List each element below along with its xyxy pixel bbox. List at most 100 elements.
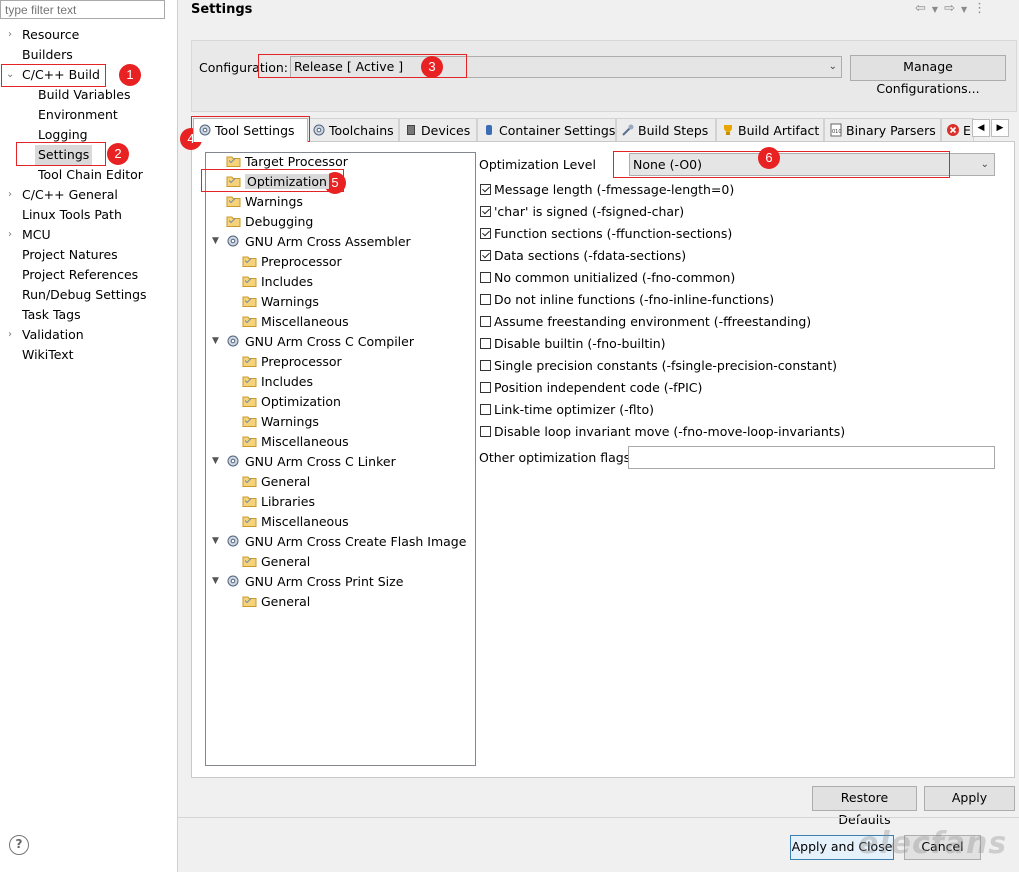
- tree-item[interactable]: Libraries: [242, 492, 315, 512]
- tab-scroll-left-icon[interactable]: ◀: [972, 119, 990, 137]
- tree-item[interactable]: General: [242, 472, 310, 492]
- tab[interactable]: 010 Binary Parsers: [824, 118, 941, 142]
- option-checkbox[interactable]: Position independent code (-fPIC): [480, 379, 702, 397]
- nav-item[interactable]: Build Variables: [35, 85, 133, 105]
- option-checkbox[interactable]: Do not inline functions (-fno-inline-fun…: [480, 291, 774, 309]
- nav-item[interactable]: Run/Debug Settings: [19, 285, 150, 305]
- tab[interactable]: Toolchains: [307, 118, 399, 142]
- tab[interactable]: Tool Settings: [193, 118, 308, 142]
- dropdown-icon[interactable]: ▼: [932, 5, 944, 14]
- tree-item[interactable]: Warnings: [242, 412, 319, 432]
- tree-item[interactable]: General: [242, 552, 310, 572]
- help-icon[interactable]: ?: [9, 835, 29, 855]
- tree-item[interactable]: Miscellaneous: [242, 312, 349, 332]
- tree-item-label: Warnings: [261, 294, 319, 309]
- tree-item[interactable]: GNU Arm Cross C Linker: [226, 452, 396, 472]
- checkbox-unchecked-icon[interactable]: [480, 338, 491, 349]
- tab[interactable]: Devices: [399, 118, 477, 142]
- tree-item[interactable]: GNU Arm Cross Assembler: [226, 232, 411, 252]
- tree-item[interactable]: General: [242, 592, 310, 612]
- nav-item[interactable]: Builders: [19, 45, 76, 65]
- tree-item-label: Includes: [261, 274, 314, 289]
- tree-item[interactable]: Preprocessor: [242, 352, 342, 372]
- expanded-arrow-icon[interactable]: ▼: [212, 236, 219, 246]
- manage-configurations-button[interactable]: Manage Configurations...: [850, 55, 1006, 96]
- tab-scroll-right-icon[interactable]: ▶: [991, 119, 1009, 137]
- restore-defaults-button[interactable]: Restore Defaults: [812, 786, 917, 827]
- option-checkbox[interactable]: Data sections (-fdata-sections): [480, 247, 686, 265]
- checkbox-checked-icon[interactable]: [480, 250, 491, 261]
- checkbox-unchecked-icon[interactable]: [480, 382, 491, 393]
- tree-item[interactable]: Includes: [242, 272, 313, 292]
- tree-item[interactable]: Debugging: [226, 212, 313, 232]
- expanded-arrow-icon[interactable]: ▼: [212, 336, 219, 346]
- dropdown-icon[interactable]: ▼: [961, 5, 973, 14]
- nav-item[interactable]: Resource: [19, 25, 82, 45]
- nav-item[interactable]: C/C++ General: [19, 185, 121, 205]
- nav-item[interactable]: MCU: [19, 225, 54, 245]
- option-checkbox[interactable]: Function sections (-ffunction-sections): [480, 225, 732, 243]
- wrench-icon: [621, 123, 638, 138]
- step-badge: 6: [758, 147, 780, 169]
- forward-arrow-icon[interactable]: ⇨: [944, 1, 961, 16]
- nav-item[interactable]: Project Natures: [19, 245, 121, 265]
- option-checkbox[interactable]: 'char' is signed (-fsigned-char): [480, 203, 684, 221]
- checkbox-unchecked-icon[interactable]: [480, 316, 491, 327]
- option-checkbox[interactable]: Link-time optimizer (-flto): [480, 401, 654, 419]
- tree-item[interactable]: Target Processor: [226, 152, 348, 172]
- tab[interactable]: Build Steps: [616, 118, 716, 142]
- tree-item-label: Preprocessor: [261, 254, 342, 269]
- expanded-arrow-icon[interactable]: ▼: [212, 536, 219, 546]
- nav-item[interactable]: Validation: [19, 325, 87, 345]
- back-arrow-icon[interactable]: ⇦: [915, 1, 932, 16]
- apply-button[interactable]: Apply: [924, 786, 1015, 811]
- chevron-down-icon: ⌄: [828, 61, 837, 72]
- nav-item[interactable]: Tool Chain Editor: [35, 165, 146, 185]
- tree-item[interactable]: Preprocessor: [242, 252, 342, 272]
- other-flags-input[interactable]: [628, 446, 995, 469]
- option-checkbox[interactable]: Disable loop invariant move (-fno-move-l…: [480, 423, 845, 441]
- nav-item[interactable]: WikiText: [19, 345, 77, 365]
- tree-item[interactable]: Optimization: [242, 392, 341, 412]
- checkbox-checked-icon[interactable]: [480, 184, 491, 195]
- view-menu-icon[interactable]: ⋮: [973, 1, 992, 16]
- tab[interactable]: E: [941, 118, 974, 142]
- checkbox-unchecked-icon[interactable]: [480, 360, 491, 371]
- collapsed-arrow-icon[interactable]: ›: [8, 25, 18, 45]
- collapsed-arrow-icon[interactable]: ›: [8, 185, 18, 205]
- tree-item[interactable]: Warnings: [242, 292, 319, 312]
- tree-item[interactable]: Miscellaneous: [242, 432, 349, 452]
- tree-item[interactable]: Includes: [242, 372, 313, 392]
- option-label: Disable builtin (-fno-builtin): [494, 336, 666, 351]
- other-flags-label: Other optimization flags: [479, 450, 631, 465]
- checkbox-unchecked-icon[interactable]: [480, 294, 491, 305]
- checkbox-checked-icon[interactable]: [480, 228, 491, 239]
- tree-item[interactable]: Optimization: [226, 172, 329, 192]
- nav-item[interactable]: Environment: [35, 105, 121, 125]
- expanded-arrow-icon[interactable]: ▼: [212, 576, 219, 586]
- checkbox-checked-icon[interactable]: [480, 206, 491, 217]
- checkbox-unchecked-icon[interactable]: [480, 272, 491, 283]
- expanded-arrow-icon[interactable]: ▼: [212, 456, 219, 466]
- option-checkbox[interactable]: Disable builtin (-fno-builtin): [480, 335, 666, 353]
- nav-item[interactable]: Task Tags: [19, 305, 84, 325]
- tab[interactable]: Container Settings: [477, 118, 616, 142]
- nav-item[interactable]: Project References: [19, 265, 141, 285]
- nav-item[interactable]: Linux Tools Path: [19, 205, 125, 225]
- checkbox-unchecked-icon[interactable]: [480, 404, 491, 415]
- option-checkbox[interactable]: Single precision constants (-fsingle-pre…: [480, 357, 837, 375]
- filter-input[interactable]: [0, 0, 165, 19]
- tree-item[interactable]: Warnings: [226, 192, 303, 212]
- history-nav-icons[interactable]: ⇦▼⇨▼⋮: [915, 1, 1015, 17]
- option-checkbox[interactable]: No common unitialized (-fno-common): [480, 269, 735, 287]
- tree-item[interactable]: Miscellaneous: [242, 512, 349, 532]
- tree-item[interactable]: GNU Arm Cross Print Size: [226, 572, 403, 592]
- option-checkbox[interactable]: Message length (-fmessage-length=0): [480, 181, 734, 199]
- collapsed-arrow-icon[interactable]: ›: [8, 325, 18, 345]
- checkbox-unchecked-icon[interactable]: [480, 426, 491, 437]
- tree-item[interactable]: GNU Arm Cross C Compiler: [226, 332, 414, 352]
- collapsed-arrow-icon[interactable]: ›: [8, 225, 18, 245]
- option-checkbox[interactable]: Assume freestanding environment (-ffrees…: [480, 313, 811, 331]
- tree-item[interactable]: GNU Arm Cross Create Flash Image: [226, 532, 466, 552]
- tab[interactable]: Build Artifact: [716, 118, 824, 142]
